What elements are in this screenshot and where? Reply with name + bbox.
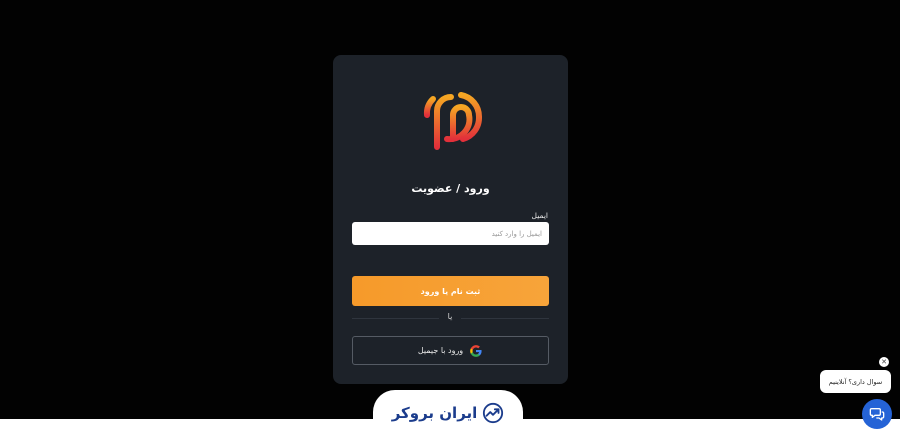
google-login-label: ورود با جیمیل <box>417 346 464 355</box>
google-login-button[interactable]: ورود با جیمیل <box>352 336 549 365</box>
login-card: ورود / عضویت ایمیل ثبت نام یا ورود یا ور… <box>333 55 568 384</box>
submit-button[interactable]: ثبت نام یا ورود <box>352 276 549 306</box>
close-icon[interactable]: ✕ <box>879 357 889 367</box>
brand-badge[interactable]: ایران بروکر <box>373 390 523 435</box>
divider-text: یا <box>439 312 461 321</box>
email-label: ایمیل <box>531 211 548 220</box>
chat-prompt-bubble[interactable]: سوال داری؟ آنلاینیم <box>820 370 891 393</box>
brand-name: ایران بروکر <box>391 403 478 422</box>
login-page: ورود / عضویت ایمیل ثبت نام یا ورود یا ور… <box>0 0 900 435</box>
email-field[interactable] <box>352 222 549 245</box>
brand-logo-icon <box>423 92 483 150</box>
chat-icon <box>869 408 885 421</box>
page-title: ورود / عضویت <box>411 182 490 195</box>
google-icon <box>470 344 482 357</box>
trend-chart-icon <box>483 402 504 423</box>
chat-launcher-button[interactable] <box>862 399 892 429</box>
